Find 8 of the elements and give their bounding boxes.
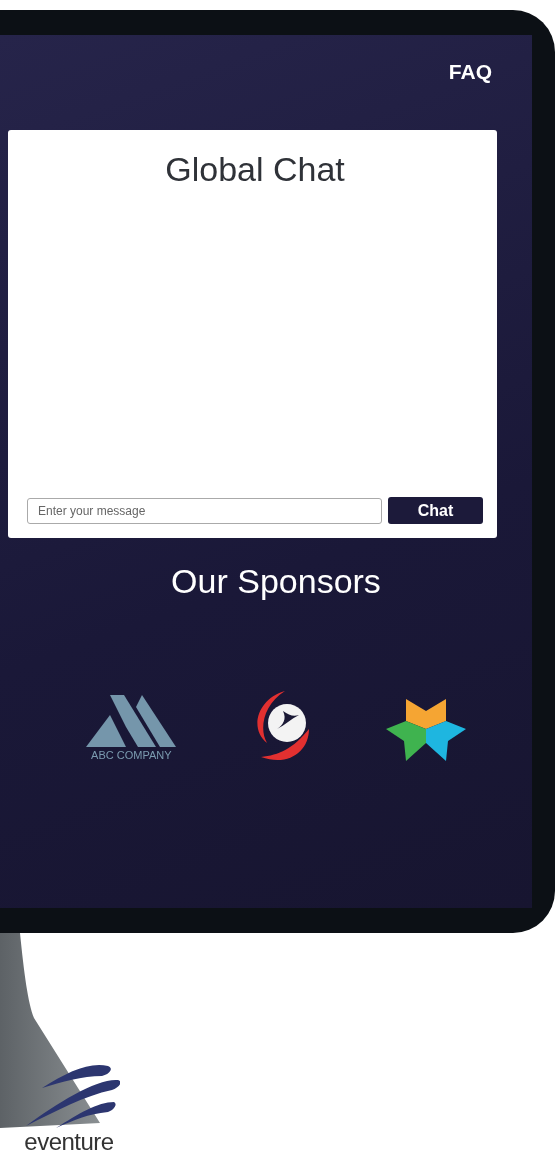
sponsors-title: Our Sponsors (170, 562, 382, 601)
chat-title: Global Chat (164, 150, 346, 189)
logo-caption: ABC COMPANY (91, 749, 172, 761)
chat-button[interactable]: Chat (388, 497, 483, 524)
faq-link[interactable]: FAQ (448, 60, 492, 130)
mountain-logo-icon (86, 693, 177, 747)
brand-name: eventure (24, 1128, 114, 1156)
message-input-field[interactable]: Enter your message (27, 497, 382, 524)
